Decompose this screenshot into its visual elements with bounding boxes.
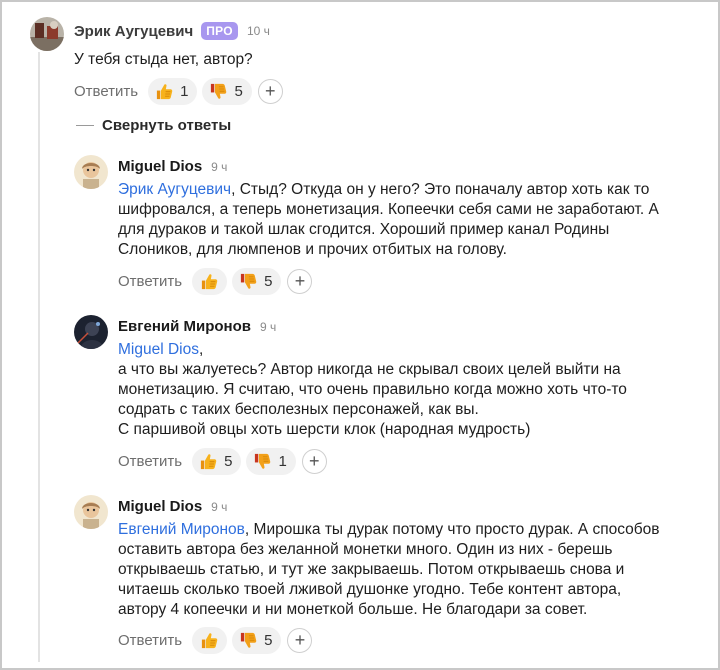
dislike-count: 5 (264, 632, 273, 649)
dislike-button[interactable]: 5 (232, 268, 282, 295)
thumbs-down-icon (209, 82, 228, 101)
comment-text: Miguel Dios, а что вы жалуетесь? Автор н… (118, 341, 627, 438)
avatar[interactable] (74, 155, 108, 189)
thumbs-down-icon (239, 631, 258, 650)
dislike-button[interactable]: 5 (232, 627, 282, 654)
thumbs-up-icon (155, 82, 174, 101)
avatar[interactable] (30, 17, 64, 51)
like-count: 1 (180, 83, 189, 100)
comment-time: 10 ч (246, 24, 270, 38)
comment-text: У тебя стыда нет, автор? (74, 51, 253, 68)
comment-author[interactable]: Miguel Dios (118, 158, 202, 175)
comment-author[interactable]: Евгений Миронов (118, 318, 251, 335)
comment-author[interactable]: Эрик Аугуцевич (74, 23, 193, 40)
reply-button[interactable]: Ответить (74, 83, 138, 100)
plus-icon: + (294, 271, 306, 291)
thumbs-down-icon (239, 272, 258, 291)
add-reaction-button[interactable]: + (287, 269, 313, 294)
add-reaction-button[interactable]: + (257, 79, 283, 104)
comment-time: 9 ч (211, 499, 228, 514)
collapse-replies-label: Свернуть ответы (102, 117, 232, 134)
add-reaction-button[interactable]: + (287, 628, 313, 653)
comment-author[interactable]: Miguel Dios (118, 498, 202, 515)
like-button[interactable] (192, 268, 228, 295)
add-reaction-button[interactable]: + (301, 449, 327, 474)
comments-panel: Эрик Аугуцевич ПРО 10 ч У тебя стыда нет… (0, 0, 720, 670)
mention-link[interactable]: Miguel Dios (118, 341, 199, 358)
thumbs-down-icon (253, 452, 272, 471)
thread-line (38, 52, 40, 662)
comment-time: 9 ч (259, 319, 277, 334)
plus-icon: + (294, 630, 306, 650)
avatar[interactable] (74, 315, 108, 349)
pro-badge: ПРО (201, 22, 238, 40)
reply-button[interactable]: Ответить (118, 453, 182, 470)
like-button[interactable] (192, 627, 228, 654)
dash-icon (76, 124, 94, 127)
collapse-replies-button[interactable]: Свернуть ответы (76, 117, 231, 134)
reply-button[interactable]: Ответить (118, 273, 182, 290)
plus-icon: + (265, 81, 276, 101)
dislike-button[interactable]: 5 (202, 78, 252, 105)
like-count: 5 (224, 453, 233, 470)
thumbs-up-icon (200, 272, 219, 291)
mention-link[interactable]: Эрик Аугуцевич (118, 181, 231, 198)
dislike-count: 5 (234, 83, 243, 100)
thumbs-up-icon (200, 631, 219, 650)
like-button[interactable]: 5 (192, 448, 242, 475)
dislike-button[interactable]: 1 (246, 448, 296, 475)
dislike-count: 5 (264, 273, 273, 290)
avatar[interactable] (74, 495, 108, 529)
dislike-count: 1 (278, 453, 287, 470)
mention-link[interactable]: Евгений Миронов (118, 521, 245, 538)
reply-button[interactable]: Ответить (118, 632, 182, 649)
comment-time: 9 ч (211, 159, 228, 174)
comment-text: Эрик Аугуцевич, Стыд? Откуда он у него? … (118, 181, 659, 258)
thumbs-up-icon (199, 452, 218, 471)
comment-text: Евгений Миронов, Мирошка ты дурак потому… (118, 521, 660, 618)
like-button[interactable]: 1 (148, 78, 198, 105)
plus-icon: + (309, 451, 320, 471)
